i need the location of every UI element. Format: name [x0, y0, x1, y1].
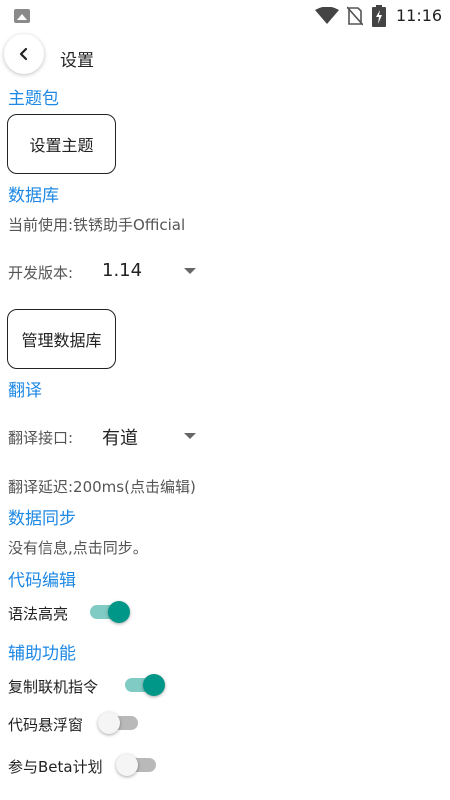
section-heading-translation: 翻译: [8, 381, 42, 401]
floating-window-label: 代码悬浮窗: [8, 716, 84, 734]
image-notification-icon: [14, 9, 30, 23]
translation-api-dropdown-icon[interactable]: [184, 433, 196, 439]
no-sim-icon: [347, 6, 363, 26]
translation-api-select[interactable]: 有道: [102, 424, 138, 450]
dev-version-select[interactable]: 1.14: [102, 260, 142, 281]
status-time: 11:16: [396, 6, 443, 25]
copy-command-label: 复制联机指令: [8, 678, 99, 696]
current-database-text[interactable]: 当前使用:铁锈助手Official: [8, 214, 185, 235]
copy-command-switch[interactable]: [125, 674, 167, 696]
syntax-highlight-label: 语法高亮: [8, 605, 69, 623]
status-bar: 11:16: [0, 0, 450, 32]
switch-thumb: [98, 712, 120, 734]
floating-window-switch[interactable]: [98, 712, 142, 734]
data-sync-info-text[interactable]: 没有信息,点击同步。: [8, 537, 148, 558]
translation-api-label: 翻译接口:: [8, 429, 74, 447]
beta-program-switch[interactable]: [116, 754, 160, 776]
syntax-highlight-switch[interactable]: [90, 601, 132, 623]
section-heading-accessibility: 辅助功能: [8, 644, 76, 664]
chevron-left-icon: [19, 47, 28, 61]
translation-delay-text[interactable]: 翻译延迟:200ms(点击编辑): [8, 476, 196, 497]
battery-charging-icon: [372, 5, 386, 27]
set-theme-button[interactable]: 设置主题: [7, 114, 116, 174]
manage-database-button[interactable]: 管理数据库: [7, 309, 116, 369]
wifi-icon: [315, 7, 339, 24]
dev-version-dropdown-icon[interactable]: [184, 268, 196, 274]
section-heading-theme-pack: 主题包: [8, 89, 59, 109]
dev-version-label: 开发版本:: [8, 264, 74, 282]
back-button[interactable]: [4, 34, 44, 74]
switch-thumb: [116, 754, 138, 776]
beta-program-label: 参与Beta计划: [8, 758, 103, 776]
switch-thumb: [108, 601, 130, 623]
section-heading-data-sync: 数据同步: [8, 509, 76, 529]
switch-thumb: [143, 674, 165, 696]
section-heading-database: 数据库: [8, 186, 59, 206]
section-heading-code-edit: 代码编辑: [8, 571, 76, 591]
page-title: 设置: [60, 51, 94, 71]
